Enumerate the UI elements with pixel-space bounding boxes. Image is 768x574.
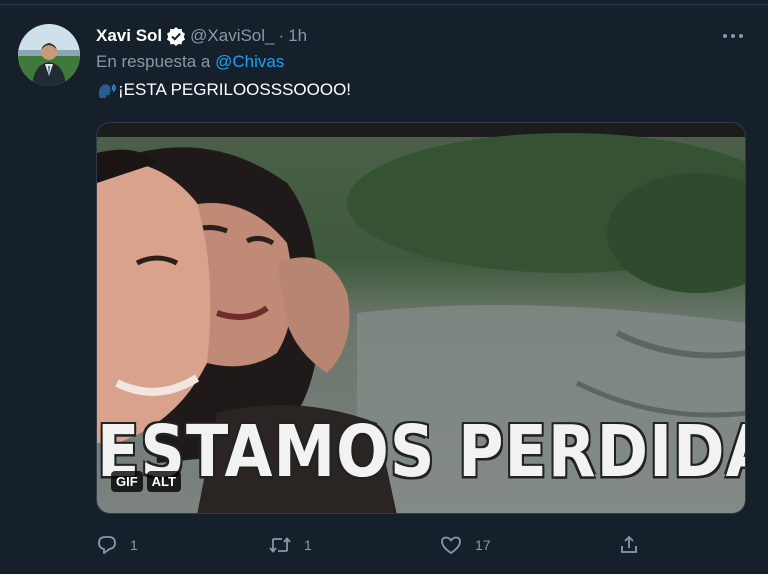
tweet-text: ¡ESTA PEGRILOOSSSOOOO! — [96, 80, 351, 100]
alt-badge[interactable]: ALT — [146, 471, 181, 492]
author-name[interactable]: Xavi Sol — [96, 26, 162, 46]
avatar[interactable] — [18, 24, 80, 86]
speaking-head-icon — [96, 80, 116, 100]
reply-button[interactable]: 1 — [96, 530, 138, 560]
reply-icon — [96, 534, 118, 556]
share-button[interactable] — [618, 530, 640, 560]
gif-caption: ESTAMOS PERDIDAS — [97, 409, 745, 494]
author-handle[interactable]: @XaviSol_ — [190, 26, 274, 46]
tweet-header: Xavi Sol @XaviSol_ · 1h — [96, 24, 307, 48]
tweet[interactable]: Xavi Sol @XaviSol_ · 1h En respuesta a @… — [0, 0, 768, 574]
retweet-button[interactable]: 1 — [268, 530, 312, 560]
like-button[interactable]: 17 — [439, 530, 491, 560]
reply-prefix: En respuesta a — [96, 52, 211, 71]
separator-dot: · — [278, 26, 285, 45]
tweet-actions: 1 1 17 — [96, 530, 656, 560]
media-badges: GIF ALT — [111, 471, 181, 492]
tweet-timestamp[interactable]: 1h — [288, 26, 307, 46]
gif-media[interactable]: ESTAMOS PERDIDAS GIF ALT — [96, 122, 746, 514]
gif-badge: GIF — [111, 471, 143, 492]
reply-count: 1 — [130, 537, 138, 553]
reply-mention-link[interactable]: @Chivas — [215, 52, 284, 71]
more-options-icon[interactable] — [718, 24, 748, 48]
retweet-icon — [268, 534, 292, 556]
like-count: 17 — [475, 537, 491, 553]
verified-badge-icon — [166, 26, 186, 46]
heart-icon — [439, 534, 463, 556]
divider — [0, 4, 768, 5]
share-icon — [618, 534, 640, 556]
reply-context: En respuesta a @Chivas — [96, 52, 284, 72]
retweet-count: 1 — [304, 537, 312, 553]
tweet-body: ¡ESTA PEGRILOOSSSOOOO! — [118, 80, 352, 99]
